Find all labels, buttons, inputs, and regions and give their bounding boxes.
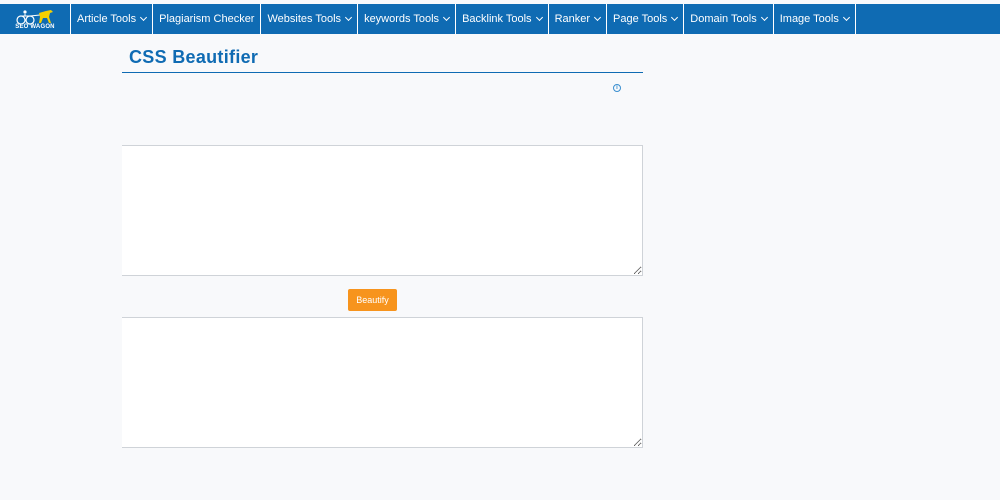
- nav-label: keywords Tools: [364, 13, 440, 25]
- nav-label: Image Tools: [779, 13, 839, 25]
- ad-info-icon[interactable]: i: [613, 84, 621, 92]
- nav-domain-tools[interactable]: Domain Tools: [684, 4, 774, 34]
- title-divider: [122, 72, 643, 73]
- nav-ranker[interactable]: Ranker: [549, 4, 608, 34]
- css-input-textarea[interactable]: [122, 145, 643, 276]
- chevron-down-icon: [671, 13, 679, 22]
- nav-article-tools[interactable]: Article Tools: [71, 4, 154, 34]
- nav-image-tools[interactable]: Image Tools: [774, 4, 856, 34]
- nav-websites-tools[interactable]: Websites Tools: [261, 4, 359, 34]
- chevron-down-icon: [443, 13, 451, 22]
- chevron-down-icon: [760, 13, 768, 22]
- nav-label: Plagiarism Checker: [159, 13, 255, 25]
- nav-page-tools[interactable]: Page Tools: [607, 4, 685, 34]
- beautify-button[interactable]: Beautify: [348, 289, 397, 311]
- chevron-down-icon: [345, 13, 353, 22]
- chevron-down-icon: [140, 13, 148, 22]
- nav-label: Page Tools: [613, 13, 668, 25]
- nav-label: Backlink Tools: [462, 13, 532, 25]
- page-title: CSS Beautifier: [129, 47, 259, 67]
- css-output-textarea[interactable]: [122, 317, 643, 448]
- site-logo[interactable]: SEO WAGON: [0, 4, 71, 34]
- nav-label: Article Tools: [77, 13, 137, 25]
- nav-keywords-tools[interactable]: keywords Tools: [358, 4, 457, 34]
- logo-text: SEO WAGON: [15, 23, 55, 30]
- nav-backlink-tools[interactable]: Backlink Tools: [456, 4, 549, 34]
- nav-label: Domain Tools: [690, 13, 757, 25]
- nav-label: Ranker: [554, 13, 591, 25]
- horse-cart-icon: [16, 9, 53, 25]
- chevron-down-icon: [535, 13, 543, 22]
- nav-plagiarism-checker[interactable]: Plagiarism Checker: [153, 4, 262, 34]
- chevron-down-icon: [593, 13, 602, 22]
- chevron-down-icon: [842, 13, 850, 22]
- nav-label: Websites Tools: [267, 13, 342, 25]
- top-navbar: SEO WAGON Article Tools Plagiarism Check…: [0, 4, 1000, 34]
